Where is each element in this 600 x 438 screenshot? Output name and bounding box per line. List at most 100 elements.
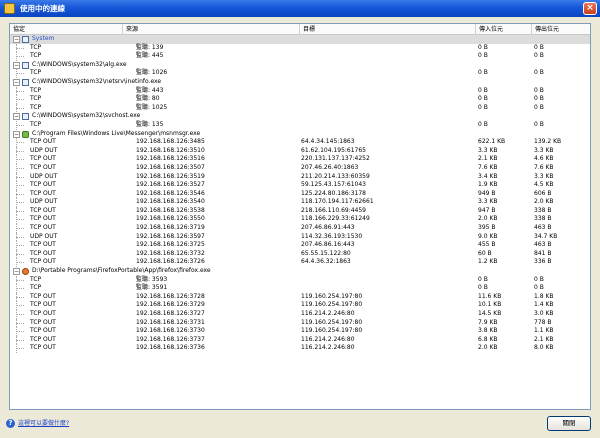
process-path: C:\Program Files\Windows Live\Messenger\… [32, 129, 201, 137]
help-link-area[interactable]: ? 這裡可以要做什麼? [6, 419, 69, 428]
connection-row[interactable]: TCP OUT 192.168.168.126:3736 116.214.2.246… [10, 344, 590, 353]
close-dialog-button[interactable]: 關閉 [547, 416, 591, 431]
protocol-cell: TCP [30, 52, 42, 60]
bytes-out-cell: 4.6 KB [534, 155, 554, 163]
bytes-out-cell: 0 B [534, 43, 544, 51]
connection-row[interactable]: TCP OUT 192.168.168.126:3507 207.46.26.40:… [10, 163, 590, 173]
connection-row[interactable]: TCP 監聽: 445 0 B 0 B [10, 52, 590, 61]
connection-row[interactable]: TCP 監聽: 3593 0 B 0 B [10, 275, 590, 285]
protocol-cell: TCP [30, 43, 42, 51]
column-bytes-out[interactable]: 傳出位元 [532, 24, 590, 35]
connection-row[interactable]: TCP OUT 192.168.168.126:3546 125.224.80.18… [10, 189, 590, 199]
connection-row[interactable]: TCP 監聽: 1025 0 B 0 B [10, 103, 590, 113]
connection-row[interactable]: TCP OUT 192.168.168.126:3729 119.160.254.1… [10, 301, 590, 310]
collapse-toggle-icon[interactable]: − [13, 130, 20, 138]
bytes-in-cell: 455 B [478, 241, 496, 249]
destination-cell: 119.160.254.197:80 [301, 301, 363, 309]
tree-branch [16, 142, 24, 144]
process-group-row[interactable]: − C:\Program Files\Windows Live\Messenger… [10, 130, 590, 139]
close-button[interactable]: × [583, 2, 597, 15]
process-group-row[interactable]: − C:\WINDOWS\system32\alg.exe [10, 61, 590, 70]
connection-row[interactable]: TCP OUT 192.168.168.126:3516 220.131.137.1… [10, 155, 590, 164]
protocol-cell: TCP [30, 120, 42, 128]
source-cell: 192.168.168.126:3538 [136, 206, 205, 214]
column-bytes-in[interactable]: 傳入位元 [476, 24, 532, 35]
process-path: D:\Portable Programs\FirefoxPortable\App… [32, 267, 211, 275]
column-source[interactable]: 來源 [123, 24, 300, 35]
connections-list[interactable]: 協定 來源 目標 傳入位元 傳出位元 − System TCP 監聽: 139 0 B0… [9, 23, 591, 410]
connection-row[interactable]: UDP OUT 192.168.168.126:3597 114.32.36.193… [10, 232, 590, 242]
connection-row[interactable]: TCP OUT 192.168.168.126:3725 207.46.86.16:… [10, 241, 590, 250]
bytes-out-cell: 139.2 KB [534, 138, 562, 146]
source-cell: 192.168.168.126:3719 [136, 224, 205, 232]
tree-branch [16, 73, 24, 75]
bytes-out-cell: 0 B [534, 275, 544, 283]
destination-cell: 211.20.214.133:60359 [301, 172, 370, 180]
collapse-toggle-icon[interactable]: − [13, 268, 20, 276]
tree-branch [16, 47, 24, 49]
connection-row[interactable]: TCP OUT 192.168.168.126:3727 116.214.2.246… [10, 310, 590, 319]
column-protocol[interactable]: 協定 [10, 24, 123, 35]
connection-row[interactable]: TCP OUT 192.168.168.126:3550 118.166.229.3… [10, 215, 590, 225]
tree-branch [16, 167, 24, 169]
connection-row[interactable]: TCP OUT 192.168.168.126:3726 64.4.36.32:18… [10, 258, 590, 268]
connection-row[interactable]: TCP 監聽: 443 0 B 0 B [10, 86, 590, 96]
tree-branch [16, 305, 24, 307]
protocol-cell: TCP OUT [30, 215, 56, 223]
bytes-out-cell: 4.5 KB [534, 181, 554, 189]
process-group-row[interactable]: − System [10, 35, 590, 44]
bytes-out-cell: 7.6 KB [534, 163, 554, 171]
connection-row[interactable]: TCP OUT 192.168.168.126:3731 119.160.254.1… [10, 318, 590, 328]
process-group-row[interactable]: − C:\WINDOWS\system32\netsrv\inetinfo.exe [10, 78, 590, 87]
destination-cell: 218.166.110.69:4459 [301, 206, 367, 214]
connection-row[interactable]: TCP OUT 192.168.168.126:3538 218.166.110.6… [10, 206, 590, 216]
collapse-toggle-icon[interactable]: − [13, 61, 20, 69]
bytes-in-cell: 0 B [478, 52, 488, 60]
connection-row[interactable]: TCP OUT 192.168.168.126:3719 207.46.86.91:… [10, 224, 590, 233]
connection-row[interactable]: UDP OUT 192.168.168.126:3519 211.20.214.13… [10, 172, 590, 182]
connection-row[interactable]: TCP OUT 192.168.168.126:3737 116.214.2.246… [10, 335, 590, 345]
protocol-cell: TCP [30, 284, 42, 292]
process-group-row[interactable]: − C:\WINDOWS\system32\svchost.exe [10, 112, 590, 121]
connection-row[interactable]: TCP 監聽: 3591 0 B 0 B [10, 284, 590, 293]
source-cell: 192.168.168.126:3726 [136, 258, 205, 266]
connection-row[interactable]: TCP 監聽: 135 0 B 0 B [10, 120, 590, 130]
bytes-in-cell: 6.8 KB [478, 335, 498, 343]
protocol-cell: TCP OUT [30, 241, 56, 249]
help-link[interactable]: 這裡可以要做什麼? [18, 420, 69, 427]
protocol-cell: UDP OUT [30, 232, 58, 240]
protocol-cell: UDP OUT [30, 172, 58, 180]
column-destination[interactable]: 目標 [300, 24, 476, 35]
destination-cell: 119.160.254.197:80 [301, 292, 363, 300]
source-cell: 192.168.168.126:3540 [136, 198, 205, 206]
connection-row[interactable]: UDP OUT 192.168.168.126:3510 61.62.104.195… [10, 146, 590, 156]
source-cell: 監聽: 80 [136, 95, 160, 103]
protocol-cell: TCP OUT [30, 335, 56, 343]
collapse-toggle-icon[interactable]: − [13, 113, 20, 121]
connection-row[interactable]: TCP OUT 192.168.168.126:3730 119.160.254.1… [10, 327, 590, 336]
destination-cell: 220.131.137.137:4252 [301, 155, 370, 163]
connection-row[interactable]: TCP OUT 192.168.168.126:3485 64.4.34.145:1… [10, 138, 590, 147]
process-group-row[interactable]: − D:\Portable Programs\FirefoxPortable\Ap… [10, 267, 590, 276]
collapse-toggle-icon[interactable]: − [13, 78, 20, 86]
connection-row[interactable]: TCP 監聽: 1026 0 B 0 B [10, 69, 590, 78]
bytes-in-cell: 10.1 KB [478, 301, 502, 309]
source-cell: 192.168.168.126:3732 [136, 249, 205, 257]
connection-row[interactable]: TCP 監聽: 80 0 B 0 B [10, 95, 590, 104]
protocol-cell: TCP OUT [30, 258, 56, 266]
connection-row[interactable]: TCP 監聽: 139 0 B 0 B [10, 43, 590, 53]
connection-row[interactable]: UDP OUT 192.168.168.126:3540 118.170.194.1… [10, 198, 590, 207]
bytes-out-cell: 0 B [534, 86, 544, 94]
destination-cell: 64.4.36.32:1863 [301, 258, 351, 266]
connection-row[interactable]: TCP OUT 192.168.168.126:3527 59.125.43.157… [10, 181, 590, 190]
connection-row[interactable]: TCP OUT 192.168.168.126:3732 65.55.15.122:… [10, 249, 590, 259]
bytes-out-cell: 0 B [534, 52, 544, 60]
connection-row[interactable]: TCP OUT 192.168.168.126:3728 119.160.254.1… [10, 292, 590, 302]
tree-branch [16, 150, 24, 152]
application-icon [22, 36, 29, 43]
title-bar: 使用中的連線 × [0, 0, 600, 17]
collapse-toggle-icon[interactable]: − [13, 36, 20, 43]
protocol-cell: TCP OUT [30, 344, 56, 352]
protocol-cell: TCP OUT [30, 206, 56, 214]
source-cell: 192.168.168.126:3727 [136, 310, 205, 317]
